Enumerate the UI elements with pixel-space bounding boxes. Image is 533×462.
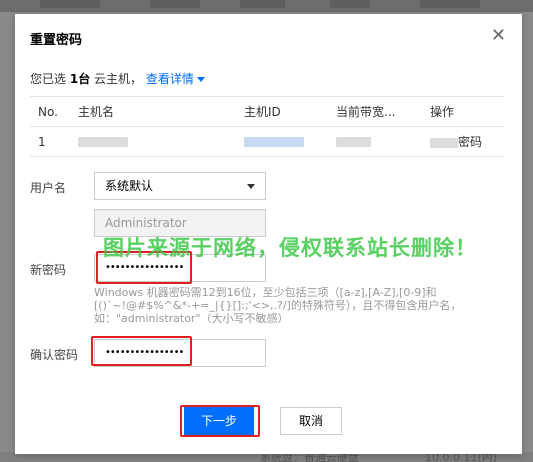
highlight-confirm-password [91,336,192,366]
selection-prefix: 您已选 [30,72,67,86]
username-label: 用户名 [30,181,67,195]
background-topbar [0,0,533,12]
dialog-title: 重置密码 [30,33,83,48]
selection-count: 1台 [69,72,91,86]
cell-host-id [236,126,328,157]
cell-bandwidth [328,126,422,157]
col-header-hostname: 主机名 [70,96,236,127]
table-row: 1 密码 [30,126,504,157]
selection-suffix: 云主机， [94,72,143,86]
action-password-link[interactable]: 密码 [458,135,482,149]
col-header-bandwidth: 当前带宽... [328,96,422,127]
view-details-link[interactable]: 查看详情 [146,72,205,86]
cell-action: 密码 [422,126,504,157]
col-header-no: No. [30,96,70,127]
table-header-row: No. 主机名 主机ID 当前带宽... 操作 [30,96,504,127]
highlight-next-button [180,405,260,437]
col-header-action: 操作 [422,96,504,127]
close-icon[interactable]: ✕ [491,26,506,46]
cell-hostname [70,126,236,157]
username-select[interactable]: 系统默认 [94,172,266,200]
caret-down-icon [196,77,205,82]
confirm-password-label: 确认密码 [30,348,79,362]
chevron-down-icon [247,184,255,189]
cell-no: 1 [30,126,70,157]
new-password-label: 新密码 [30,263,67,277]
password-hint: Windows 机器密码需12到16位，至少包括三项（[a-z],[A-Z],[… [94,286,462,325]
cancel-button[interactable]: 取消 [280,407,342,435]
hosts-table: No. 主机名 主机ID 当前带宽... 操作 1 密码 [30,96,504,157]
watermark-text: 图片来源于网络，侵权联系站长删除！ [103,236,477,260]
col-header-host-id: 主机ID [236,96,328,127]
selection-summary: 您已选 1台 云主机， 查看详情 [30,70,205,87]
